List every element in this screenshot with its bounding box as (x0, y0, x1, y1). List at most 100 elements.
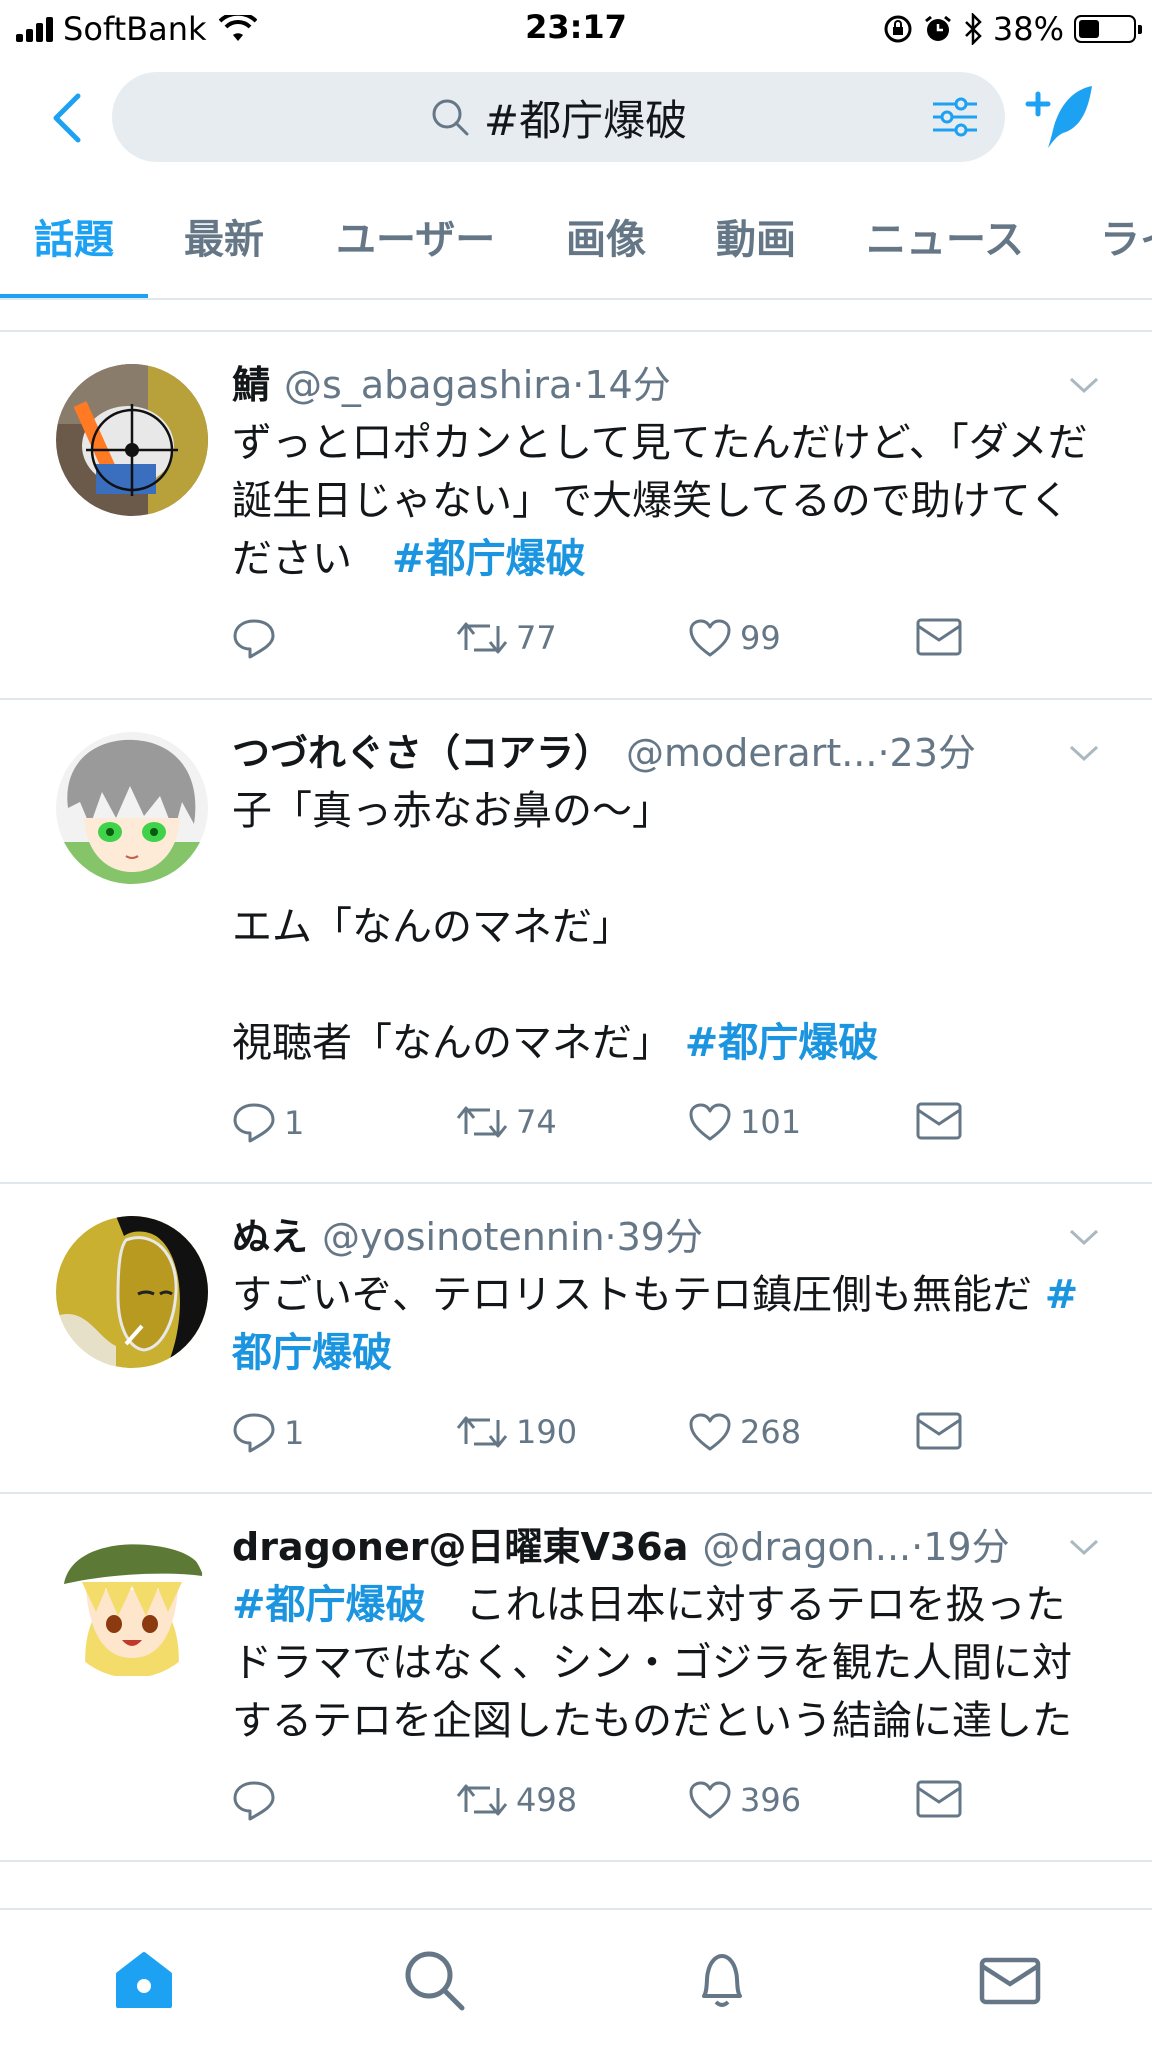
like-count: 268 (740, 1413, 802, 1451)
tweet-actions: 77 99 (232, 588, 1092, 698)
avatar[interactable] (56, 364, 208, 516)
dm-share-button[interactable] (916, 1412, 962, 1450)
retweet-count: 74 (516, 1103, 557, 1141)
tab-users[interactable]: ユーザー (336, 190, 495, 298)
author-handle[interactable]: @yosinotennin (322, 1212, 605, 1262)
retweet-icon (456, 1416, 508, 1448)
dm-share-button[interactable] (916, 1102, 962, 1140)
search-query: #都庁爆破 (483, 95, 688, 145)
reply-count: 1 (284, 1104, 305, 1142)
dm-share-button[interactable] (916, 1780, 962, 1818)
reply-button[interactable] (232, 618, 284, 660)
alarm-icon (924, 15, 951, 41)
separator-dot: · (911, 1525, 924, 1569)
tweet-time: 39分 (616, 1215, 703, 1259)
chevron-down-icon[interactable] (1068, 742, 1100, 764)
envelope-icon[interactable] (978, 1948, 1042, 2012)
tweet-text: #都庁爆破 これは日本に対するテロを扱ったドラマではなく、シン・ゴジラを観た人間… (232, 1576, 1092, 1750)
orientation-lock-icon (884, 15, 912, 43)
tweet[interactable]: dragoner@日曜東V36a @dragon... · 19分 #都庁爆破 … (0, 1494, 1152, 1862)
heart-icon (689, 1781, 731, 1819)
dm-share-button[interactable] (916, 618, 962, 656)
reply-icon (233, 1103, 275, 1143)
chevron-down-icon[interactable] (1068, 374, 1100, 396)
retweet-icon (456, 1106, 508, 1138)
retweet-button[interactable]: 498 (456, 1780, 577, 1820)
tweet-time: 23分 (889, 731, 976, 775)
hashtag-link[interactable]: #都庁爆破 (685, 1020, 879, 1066)
avatar[interactable] (56, 1526, 208, 1678)
reply-button[interactable]: 1 (232, 1102, 304, 1144)
tweet-text-body: すごいぞ、テロリストもテロ鎮圧側も無能だ (232, 1272, 1045, 1318)
separator-dot: · (877, 731, 890, 775)
search-tabs: 話題 最新 ユーザー 画像 動画 ニュース ライ (0, 190, 1152, 300)
tweet-time: 19分 (923, 1525, 1010, 1569)
like-button[interactable]: 99 (688, 618, 781, 658)
retweet-button[interactable]: 77 (456, 618, 557, 658)
retweet-button[interactable]: 74 (456, 1102, 557, 1142)
avatar[interactable] (56, 1216, 208, 1368)
heart-icon (689, 1103, 731, 1141)
tab-videos[interactable]: 動画 (716, 190, 796, 298)
envelope-icon (916, 618, 962, 656)
tweet-actions: 1 74 101 (232, 1072, 1092, 1182)
author-handle[interactable]: @moderart... (626, 728, 877, 778)
heart-icon (689, 1413, 731, 1451)
like-count: 396 (740, 1781, 802, 1819)
home-icon[interactable] (112, 1948, 176, 2012)
tweet-text: ずっと口ポカンとして見てたんだけど、「ダメだ誕生日じゃない」で大爆笑してるので助… (232, 414, 1092, 588)
retweet-button[interactable]: 190 (456, 1412, 577, 1452)
retweet-count: 77 (516, 619, 557, 657)
like-count: 101 (740, 1103, 802, 1141)
author-handle[interactable]: @s_abagashira (284, 360, 572, 410)
tweet[interactable]: 鯖 @s_abagashira · 14分 ずっと口ポカンとして見てたんだけど、… (0, 332, 1152, 700)
author-name[interactable]: dragoner@日曜東V36a (232, 1522, 688, 1572)
timeline-gap (0, 302, 1152, 332)
tab-live[interactable]: ライ (1100, 190, 1152, 298)
author-handle[interactable]: @dragon... (702, 1522, 911, 1572)
like-button[interactable]: 396 (688, 1780, 801, 1820)
chevron-down-icon[interactable] (1068, 1226, 1100, 1248)
tab-news[interactable]: ニュース (866, 190, 1024, 298)
bell-icon[interactable] (690, 1948, 754, 2012)
tab-images[interactable]: 画像 (566, 190, 646, 298)
tab-latest[interactable]: 最新 (184, 190, 264, 298)
tweet-actions: 1 190 268 (232, 1382, 1092, 1492)
tweet-text-body: 子「真っ赤なお鼻の〜」 エム「なんのマネだ」 視聴者「なんのマネだ」 (232, 788, 672, 1066)
search-input[interactable]: #都庁爆破 (112, 72, 1005, 162)
reply-icon (233, 1413, 275, 1453)
battery-percent: 38% (992, 10, 1064, 48)
tweet[interactable]: ぬえ @yosinotennin · 39分 すごいぞ、テロリストもテロ鎮圧側も… (0, 1184, 1152, 1494)
active-tab-indicator (0, 294, 148, 298)
compose-tweet-icon[interactable] (1022, 82, 1096, 152)
tweet-actions: 498 396 (232, 1750, 1092, 1860)
hashtag-link[interactable]: #都庁爆破 (392, 536, 586, 582)
bottom-tab-bar (0, 1908, 1152, 2048)
avatar[interactable] (56, 732, 208, 884)
like-button[interactable]: 101 (688, 1102, 801, 1142)
reply-count: 1 (284, 1414, 305, 1452)
author-name[interactable]: ぬえ (232, 1212, 308, 1262)
filter-sliders-icon[interactable] (931, 94, 979, 140)
separator-dot: · (604, 1215, 617, 1259)
author-name[interactable]: 鯖 (232, 360, 270, 410)
reply-button[interactable]: 1 (232, 1412, 304, 1454)
tweet[interactable]: つづれぐさ（コアラ） @moderart... · 23分 子「真っ赤なお鼻の〜… (0, 700, 1152, 1184)
battery-icon (1074, 15, 1142, 43)
search-header: #都庁爆破 (0, 68, 1152, 168)
tab-top[interactable]: 話題 (34, 190, 114, 298)
tweet-text: 子「真っ赤なお鼻の〜」 エム「なんのマネだ」 視聴者「なんのマネだ」 #都庁爆破 (232, 782, 1092, 1072)
envelope-icon (916, 1780, 962, 1818)
envelope-icon (916, 1412, 962, 1450)
tweet-timeline: 鯖 @s_abagashira · 14分 ずっと口ポカンとして見てたんだけど、… (0, 302, 1152, 1862)
separator-dot: · (572, 363, 585, 407)
like-button[interactable]: 268 (688, 1412, 801, 1452)
chevron-left-icon[interactable] (44, 90, 94, 146)
retweet-icon (456, 1784, 508, 1816)
explore-search-icon[interactable] (402, 1948, 466, 2012)
author-name[interactable]: つづれぐさ（コアラ） (232, 728, 612, 778)
reply-button[interactable] (232, 1780, 284, 1822)
reply-icon (233, 619, 275, 659)
chevron-down-icon[interactable] (1068, 1536, 1100, 1558)
hashtag-link[interactable]: #都庁爆破 (232, 1582, 426, 1628)
